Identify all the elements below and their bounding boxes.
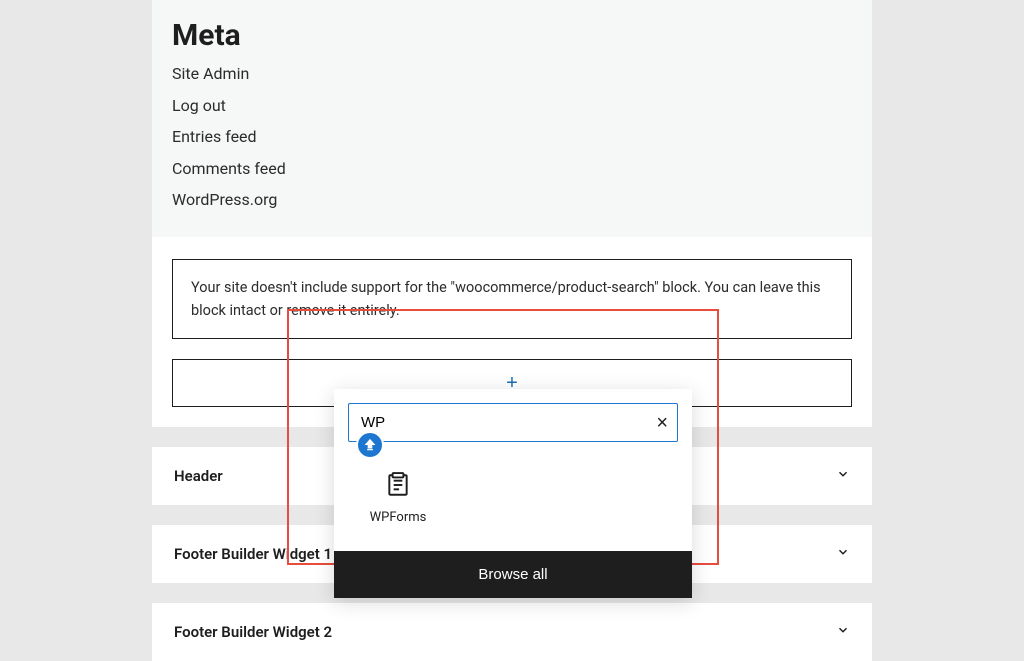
meta-widget-title: Meta (172, 18, 852, 53)
block-results-grid: WPForms (334, 456, 692, 551)
widget-area-label: Header (174, 467, 223, 485)
block-result-wpforms[interactable]: WPForms (348, 464, 448, 533)
meta-link-site-admin[interactable]: Site Admin (172, 61, 852, 87)
meta-link-entries-feed[interactable]: Entries feed (172, 124, 852, 150)
block-inserter-popover: × WPForms Browse all (334, 389, 692, 598)
block-result-label: WPForms (370, 510, 427, 525)
browse-all-button[interactable]: Browse all (334, 551, 692, 598)
widget-area-label: Footer Builder Widget 2 (174, 623, 332, 641)
chevron-down-icon (836, 545, 850, 563)
shift-indicator-badge (356, 431, 384, 459)
meta-widget-block: Meta Site Admin Log out Entries feed Com… (152, 0, 872, 237)
block-search-wrapper: × (334, 389, 692, 456)
widget-area-footer-2[interactable]: Footer Builder Widget 2 (152, 603, 872, 661)
chevron-down-icon (836, 623, 850, 641)
meta-link-log-out[interactable]: Log out (172, 93, 852, 119)
unsupported-block-warning: Your site doesn't include support for th… (172, 259, 852, 339)
wpforms-icon (385, 472, 411, 498)
close-icon: × (656, 412, 668, 434)
upload-arrow-icon (363, 438, 377, 452)
chevron-down-icon (836, 467, 850, 485)
block-search-input[interactable] (348, 403, 678, 442)
meta-link-comments-feed[interactable]: Comments feed (172, 156, 852, 182)
widget-area-label: Footer Builder Widget 1 (174, 545, 332, 563)
widget-area-panel: Meta Site Admin Log out Entries feed Com… (152, 0, 872, 427)
meta-link-wordpress-org[interactable]: WordPress.org (172, 187, 852, 213)
clear-search-button[interactable]: × (656, 413, 668, 433)
